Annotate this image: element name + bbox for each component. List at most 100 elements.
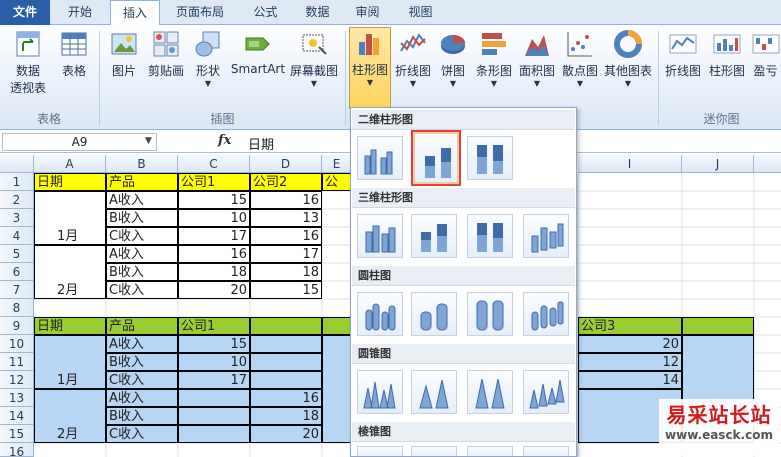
t2-product-3[interactable]: C收入 [106,371,178,389]
t2-company2-1[interactable] [250,335,322,353]
shapes-button[interactable]: 形状 ▼ [190,29,226,88]
picture-button[interactable]: 图片 [106,29,142,79]
row-header-1[interactable]: 1 [0,173,34,191]
chart-3d-column[interactable] [523,214,569,258]
line-chart-button[interactable]: 折线图 ▼ [393,29,433,88]
name-box[interactable]: A9 [2,133,157,151]
tab-review[interactable]: 审阅 [345,0,390,25]
tab-file[interactable]: 文件 [0,0,50,25]
t2-header-col-j[interactable] [682,317,754,335]
row-header-9[interactable]: 9 [0,317,34,335]
row-header-10[interactable]: 10 [0,335,34,353]
column-header-b[interactable]: B [106,155,178,173]
t2-company3-2[interactable]: 12 [578,353,682,371]
table-button[interactable]: 表格 [56,29,92,79]
tab-formulas[interactable]: 公式 [243,0,288,25]
chart-3d-stacked-column[interactable] [411,214,457,258]
t2-company2-2[interactable] [250,353,322,371]
t2-header-company2[interactable] [250,317,322,335]
t2-header-company1[interactable]: 公司1 [178,317,250,335]
chart-stacked-pyramid[interactable] [411,446,457,456]
column-header-k[interactable] [754,155,781,173]
t1-company1-6[interactable]: 20 [178,281,250,299]
t1-company1-2[interactable]: 10 [178,209,250,227]
row-header-4[interactable]: 4 [0,227,34,245]
chart-clustered-cylinder[interactable] [357,292,403,336]
t1-company1-3[interactable]: 17 [178,227,250,245]
t1-product-1[interactable]: A收入 [106,191,178,209]
t2-header-date[interactable]: 日期 [34,317,106,335]
t1-company2-4[interactable]: 17 [250,245,322,263]
t1-header-product[interactable]: 产品 [106,173,178,191]
row-header-2[interactable]: 2 [0,191,34,209]
column-header-a[interactable]: A [34,155,106,173]
column-header-c[interactable]: C [178,155,250,173]
t1-product-5[interactable]: B收入 [106,263,178,281]
t2-product-6[interactable]: C收入 [106,425,178,443]
area-chart-button[interactable]: 面积图 ▼ [517,29,557,88]
t1-header-company3[interactable]: 公 [322,173,352,191]
t1-company2-1[interactable]: 16 [250,191,322,209]
chevron-down-icon[interactable]: ▼ [145,133,152,149]
chart-stacked-cone[interactable] [411,370,457,414]
scatter-chart-button[interactable]: 散点图 ▼ [560,29,600,88]
row-header-16[interactable]: 16 [0,443,34,457]
tab-insert[interactable]: 插入 [110,0,160,26]
row-header-8[interactable]: 8 [0,299,34,317]
chart-clustered-pyramid[interactable] [357,446,403,456]
bar-chart-button[interactable]: 条形图 ▼ [474,29,514,88]
chart-stacked-cylinder[interactable] [411,292,457,336]
t2-product-1[interactable]: A收入 [106,335,178,353]
column-header-i[interactable]: I [578,155,682,173]
t2-company1-1[interactable]: 15 [178,335,250,353]
row-header-11[interactable]: 11 [0,353,34,371]
t1-product-2[interactable]: B收入 [106,209,178,227]
t2-company2-4[interactable]: 16 [250,389,322,407]
t1-company2-2[interactable]: 13 [250,209,322,227]
column-header-e[interactable]: E [322,155,352,173]
t1-product-3[interactable]: C收入 [106,227,178,245]
t1-company2-6[interactable]: 15 [250,281,322,299]
t2-company1-6[interactable] [178,425,250,443]
t2-month2-cell[interactable]: 2月 [34,389,106,443]
t1-company2-5[interactable]: 18 [250,263,322,281]
t2-product-2[interactable]: B收入 [106,353,178,371]
chart-stacked-column[interactable] [411,130,461,186]
t1-company1-4[interactable]: 16 [178,245,250,263]
t2-company1-5[interactable] [178,407,250,425]
t1-month2-cell[interactable]: 2月 [34,245,106,299]
clipart-button[interactable]: 剪贴画 [145,29,187,79]
t1-company1-1[interactable]: 15 [178,191,250,209]
tab-page-layout[interactable]: 页面布局 [165,0,235,25]
row-header-5[interactable]: 5 [0,245,34,263]
sparkline-line-button[interactable]: 折线图 [662,29,704,79]
t1-company1-5[interactable]: 18 [178,263,250,281]
chart-3d-cylinder[interactable] [523,292,569,336]
t2-company3-1[interactable]: 20 [578,335,682,353]
t2-company1-2[interactable]: 10 [178,353,250,371]
column-header-j[interactable]: J [682,155,754,173]
screenshot-button[interactable]: 屏幕截图 ▼ [288,29,340,88]
t2-product-4[interactable]: A收入 [106,389,178,407]
t1-product-4[interactable]: A收入 [106,245,178,263]
chart-clustered-cone[interactable] [357,370,403,414]
select-all-corner[interactable] [0,155,34,173]
t2-company1-4[interactable] [178,389,250,407]
row-header-14[interactable]: 14 [0,407,34,425]
fx-icon[interactable]: fx [218,133,231,148]
t2-header-product[interactable]: 产品 [106,317,178,335]
chart-3d-100-stacked-column[interactable] [467,214,513,258]
row-header-6[interactable]: 6 [0,263,34,281]
row-header-13[interactable]: 13 [0,389,34,407]
smartart-button[interactable]: SmartArt [230,29,286,76]
chart-3d-pyramid[interactable] [523,446,569,456]
t2-header-col-e[interactable] [322,317,352,335]
column-header-d[interactable]: D [250,155,322,173]
t2-col-e-block[interactable] [322,335,352,443]
row-header-3[interactable]: 3 [0,209,34,227]
t2-company2-6[interactable]: 20 [250,425,322,443]
t1-header-date[interactable]: 日期 [34,173,106,191]
chart-100-stacked-column[interactable] [467,136,513,180]
t2-company3-3[interactable]: 14 [578,371,682,389]
t1-header-company2[interactable]: 公司2 [250,173,322,191]
